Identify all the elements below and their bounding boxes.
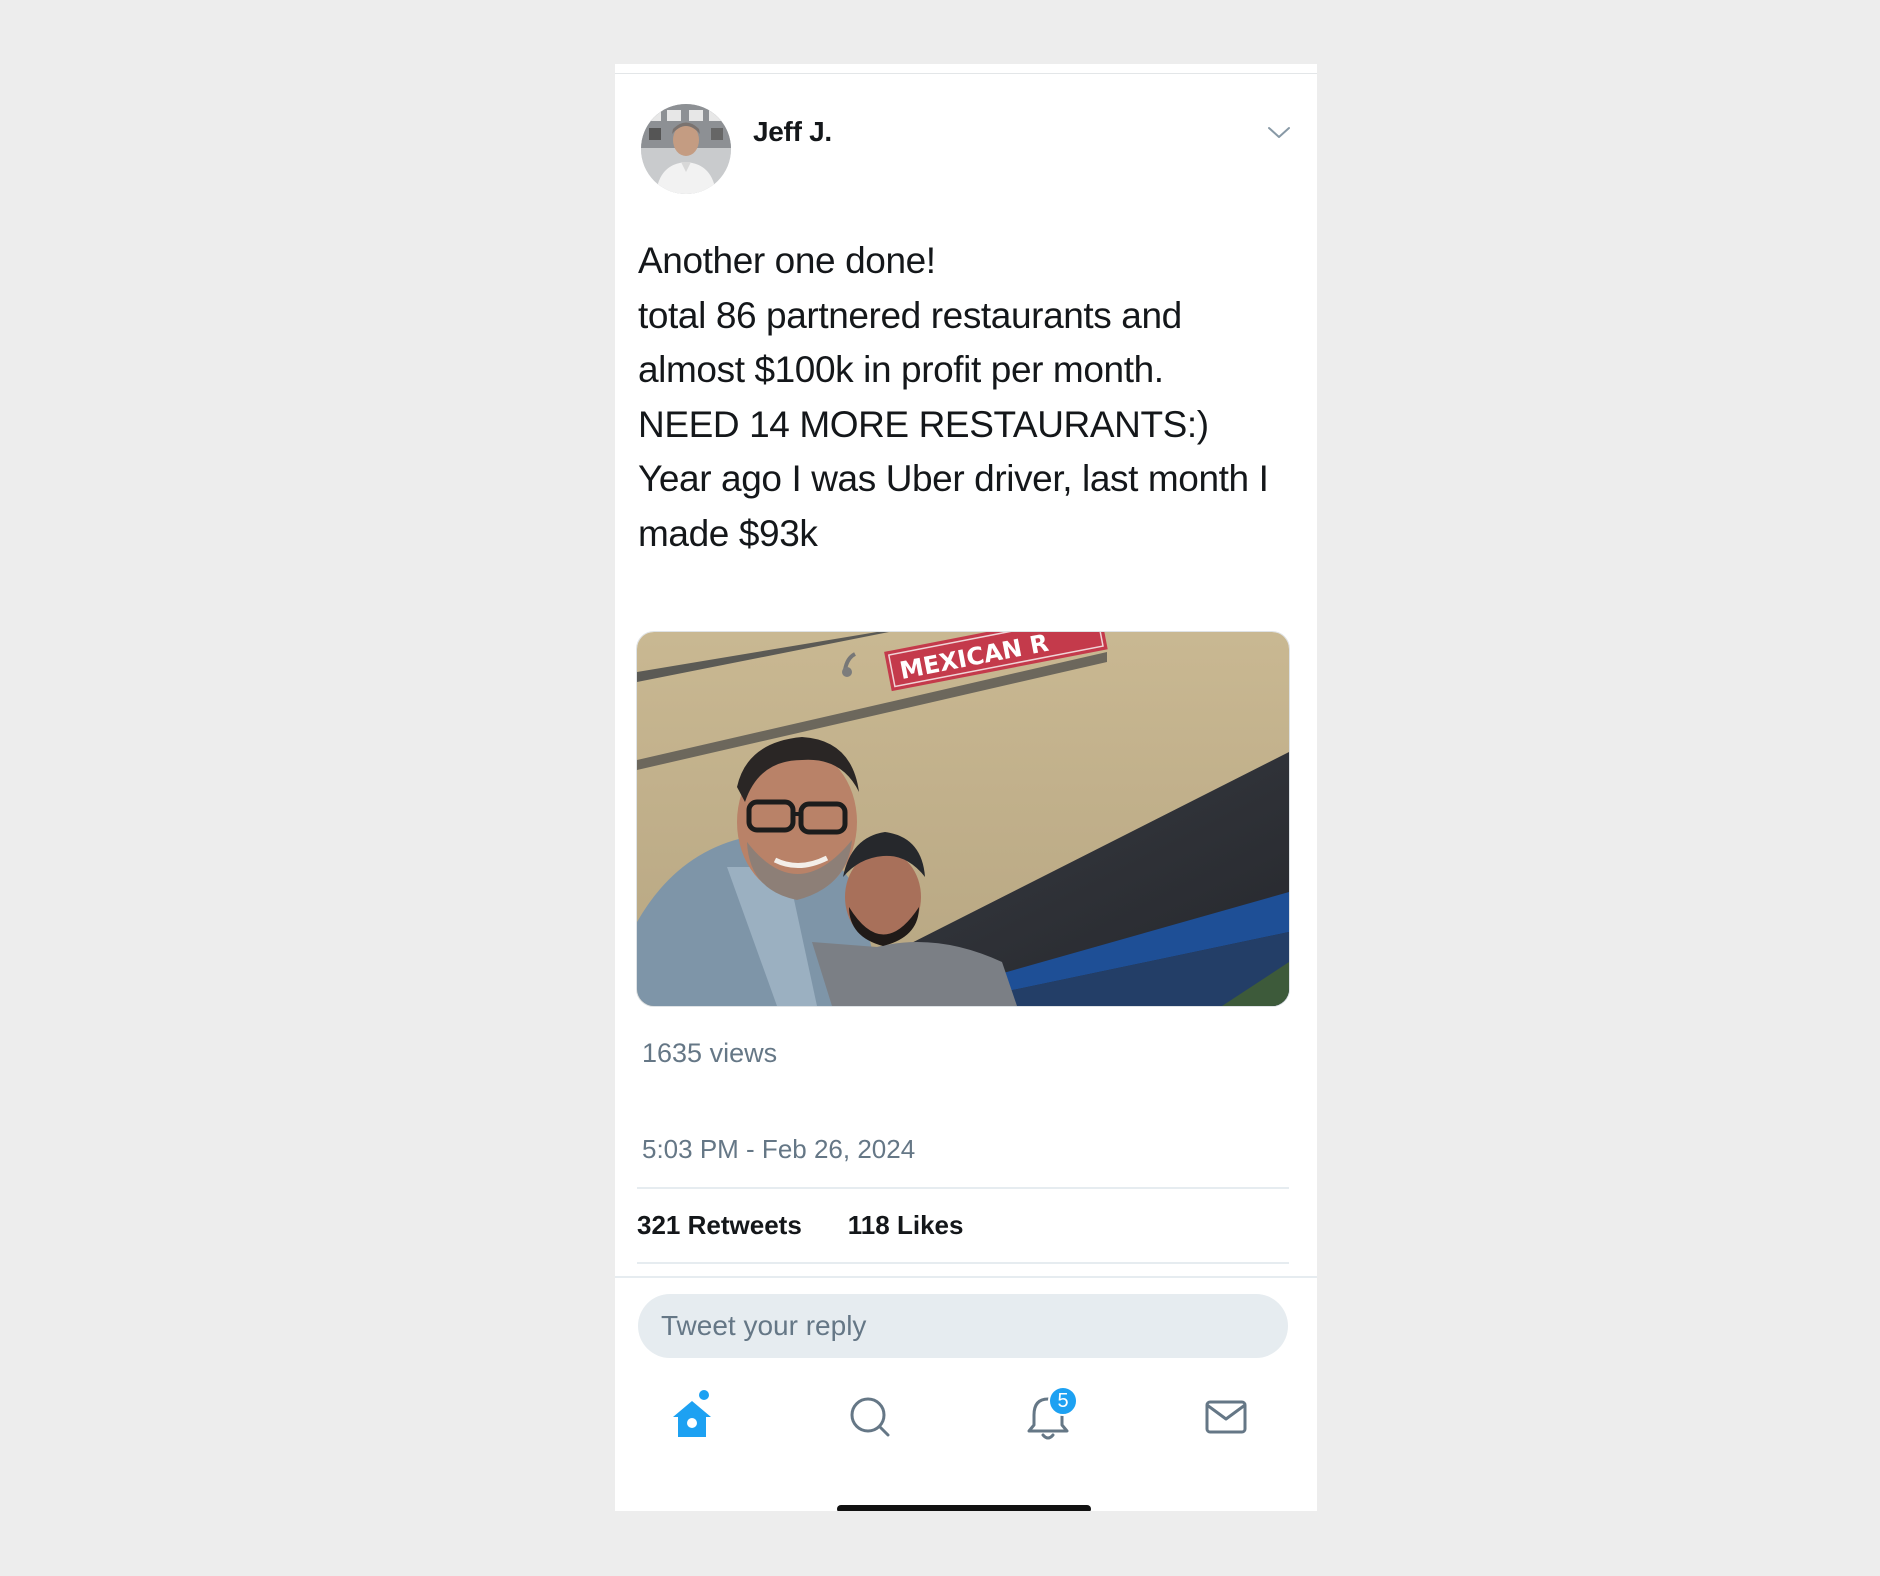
retweets-count: 321 <box>637 1210 681 1240</box>
tab-home[interactable] <box>662 1384 722 1444</box>
reply-input[interactable] <box>638 1294 1288 1358</box>
retweets-stat[interactable]: 321 Retweets <box>637 1210 802 1241</box>
likes-stat[interactable]: 118 Likes <box>848 1210 964 1241</box>
tweet-detail-screen: Jeff J. Another one done! total 86 partn… <box>615 64 1317 1511</box>
divider <box>637 1262 1289 1264</box>
view-count: 1635 views <box>642 1038 778 1068</box>
divider <box>615 1276 1317 1278</box>
retweets-label: Retweets <box>687 1210 802 1240</box>
tweet-text: Another one done! total 86 partnered res… <box>638 240 1269 554</box>
home-indicator <box>837 1505 1091 1511</box>
author-name[interactable]: Jeff J. <box>753 116 832 148</box>
tab-messages[interactable] <box>1196 1384 1256 1444</box>
tab-notifications[interactable]: 5 <box>1018 1384 1078 1444</box>
engagement-stats: 321 Retweets 118 Likes <box>637 1210 963 1241</box>
search-icon <box>850 1397 890 1437</box>
chevron-down-icon[interactable] <box>1267 120 1291 144</box>
tweet-photo[interactable]: MEXICAN R <box>636 631 1290 1007</box>
bottom-tab-bar: 5 <box>615 1384 1317 1464</box>
tab-search[interactable] <box>840 1384 900 1444</box>
notifications-badge: 5 <box>1048 1386 1078 1416</box>
likes-count: 118 <box>847 1210 890 1240</box>
home-icon <box>673 1390 711 1437</box>
likes-label: Likes <box>896 1210 964 1240</box>
mail-icon <box>1205 1400 1247 1434</box>
divider <box>637 1187 1289 1189</box>
author-avatar[interactable] <box>641 104 731 194</box>
tweet-timestamp: 5:03 PM - Feb 26, 2024 <box>642 1134 916 1164</box>
top-divider <box>615 73 1317 74</box>
